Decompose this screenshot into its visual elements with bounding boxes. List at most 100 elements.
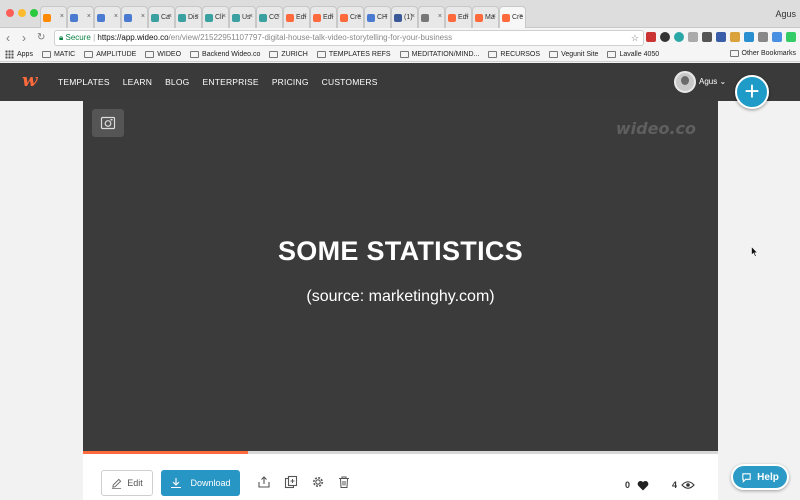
close-tab-icon[interactable]: × [114,13,118,20]
bookmark-label: MATIC [53,51,76,58]
close-tab-icon[interactable]: × [492,13,496,20]
nav-link-learn[interactable]: LEARN [123,77,152,87]
browser-tab[interactable]: Cre × [499,6,526,28]
duplicate-icon[interactable] [284,475,298,489]
browser-tab[interactable]: × [418,6,445,28]
views-count: 4 [672,480,678,490]
snapshot-button[interactable] [92,109,124,137]
wideo-logo[interactable]: w [22,71,38,91]
avatar[interactable] [674,71,696,93]
nav-link-customers[interactable]: CUSTOMERS [322,77,378,87]
minimize-window-button[interactable] [18,9,26,17]
bookmark-item[interactable]: Apps [5,50,33,59]
folder-icon [399,51,409,58]
close-tab-icon[interactable]: × [87,13,91,20]
browser-profile-name[interactable]: Agus [775,9,796,19]
extension-icon[interactable] [702,32,712,42]
close-tab-icon[interactable]: × [438,13,442,20]
close-tab-icon[interactable]: × [249,13,253,20]
download-button[interactable]: Download [161,470,240,496]
browser-tab[interactable]: Cre × [337,6,364,28]
favicon-icon [259,13,267,22]
create-wideo-button[interactable]: + [735,75,769,109]
close-tab-icon[interactable]: × [384,13,388,20]
close-tab-icon[interactable]: × [60,13,64,20]
extension-icon[interactable] [716,32,726,42]
bookmark-item[interactable]: WIDEO [145,51,181,58]
browser-tab[interactable]: Dis × [175,6,202,28]
bookmark-item[interactable]: AMPLITUDE [84,51,136,58]
main-menu: TEMPLATES LEARN BLOG ENTERPRISE PRICING CUSTO… [58,63,391,101]
bookmark-star-icon[interactable]: ☆ [631,31,639,45]
extension-icon[interactable] [646,32,656,42]
eye-icon [681,481,695,489]
browser-tab[interactable]: Cli × [202,6,229,28]
bookmark-item[interactable]: Lavalle 4050 [607,51,659,58]
maximize-window-button[interactable] [30,9,38,17]
bookmark-item[interactable]: Backend Wideo.co [190,51,260,58]
extension-icon[interactable] [786,32,796,42]
help-button[interactable]: Help [731,464,789,490]
browser-tab[interactable]: Us × [229,6,256,28]
close-tab-icon[interactable]: × [195,13,199,20]
favicon-icon [340,13,348,22]
browser-tab[interactable]: Ma × [472,6,499,28]
trash-icon[interactable] [337,475,351,489]
forward-icon[interactable]: › [22,31,26,45]
bookmark-item[interactable]: RECURSOS [488,51,540,58]
nav-link-templates[interactable]: TEMPLATES [58,77,110,87]
gear-icon[interactable] [311,475,325,489]
browser-tab[interactable]: × [67,6,94,28]
edit-button[interactable]: Edit [101,470,153,496]
close-tab-icon[interactable]: × [330,13,334,20]
close-tab-icon[interactable]: × [222,13,226,20]
extension-icon[interactable] [730,32,740,42]
chat-icon [742,472,751,483]
bookmark-item[interactable]: ZURICH [269,51,308,58]
video-player[interactable]: wideo.co SOME STATISTICS (source: market… [83,101,718,451]
extension-icon[interactable] [758,32,768,42]
browser-tab[interactable]: Edi × [310,6,337,28]
extension-icons: ⋮ [646,32,800,42]
heart-icon[interactable] [637,480,649,491]
close-tab-icon[interactable]: × [357,13,361,20]
browser-tab[interactable]: CC × [256,6,283,28]
extension-icon[interactable] [688,32,698,42]
url-bar[interactable]: 🔒︎ Secure | https://app.wideo.co/en/view… [54,30,644,46]
browser-tab[interactable]: (1) × [391,6,418,28]
back-icon[interactable]: ‹ [6,31,10,45]
browser-tab[interactable]: × [121,6,148,28]
close-tab-icon[interactable]: × [411,13,415,20]
browser-tab[interactable]: × [94,6,121,28]
close-tab-icon[interactable]: × [519,13,523,20]
browser-tab[interactable]: CH × [364,6,391,28]
bookmark-item[interactable]: TEMPLATES REFS [316,51,391,58]
browser-tab[interactable]: Edi × [445,6,472,28]
extension-icon[interactable] [772,32,782,42]
nav-link-blog[interactable]: BLOG [165,77,189,87]
close-tab-icon[interactable]: × [465,13,469,20]
folder-icon [84,51,94,58]
browser-tab[interactable]: Edi × [283,6,310,28]
close-tab-icon[interactable]: × [303,13,307,20]
browser-tab[interactable]: Ca × [148,6,175,28]
close-tab-icon[interactable]: × [141,13,145,20]
extension-icon[interactable] [660,32,670,42]
other-bookmarks[interactable]: Other Bookmarks [729,50,796,57]
favicon-icon [205,13,213,22]
close-window-button[interactable] [6,9,14,17]
share-icon[interactable] [257,475,271,489]
extension-icon[interactable] [674,32,684,42]
bookmark-item[interactable]: Vegunit Site [549,51,598,58]
bookmark-item[interactable]: MATIC [41,51,76,58]
close-tab-icon[interactable]: × [276,13,280,20]
nav-link-pricing[interactable]: PRICING [272,77,309,87]
user-menu[interactable]: Agus ⌄ [699,77,726,86]
browser-tab[interactable]: × [40,6,67,28]
bookmark-label: RECURSOS [500,51,541,58]
bookmark-item[interactable]: MEDITATION/MIND... [399,51,479,58]
extension-icon[interactable] [744,32,754,42]
nav-link-enterprise[interactable]: ENTERPRISE [202,77,258,87]
reload-icon[interactable]: ↻ [37,31,45,45]
close-tab-icon[interactable]: × [168,13,172,20]
